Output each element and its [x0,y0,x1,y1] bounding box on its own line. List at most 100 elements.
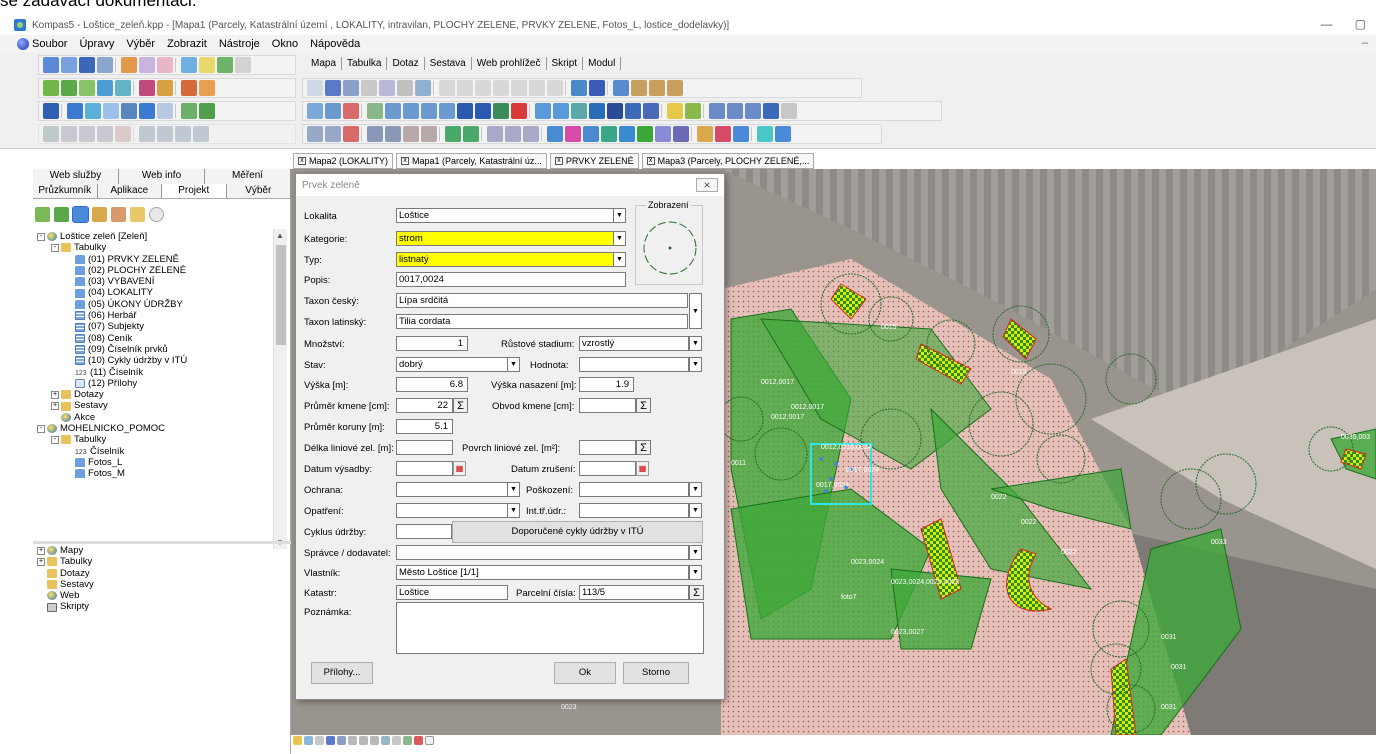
status-snap-icon[interactable] [403,736,412,745]
tab-web-info[interactable]: Web info [119,169,205,184]
tree-item[interactable]: (04) LOKALITY [35,287,285,298]
rectangle-icon[interactable] [439,80,455,96]
ochrana-dropdown-icon[interactable]: ▼ [507,482,520,497]
prumer-kmene-field[interactable]: 22 [396,398,453,413]
tab-vyber[interactable]: Výběr [227,184,291,198]
ochrana-select[interactable] [396,482,508,497]
module-icon[interactable] [199,103,215,119]
povrch-liniove-field[interactable] [579,440,636,455]
tool-x-icon[interactable] [757,126,773,142]
typ-dropdown-icon[interactable]: ▼ [613,252,626,267]
tree-item[interactable]: + Mapy [35,545,285,556]
status-pointer-icon[interactable] [315,736,324,745]
dialog-titlebar[interactable]: Prvek zeleně [296,174,724,196]
network-2-icon[interactable] [583,126,599,142]
tree-item[interactable]: (06) Herbář [35,310,285,321]
parcelni-cisla-field[interactable]: 113/5 [579,585,689,600]
cyklus-udrzby-field[interactable] [396,524,452,539]
vyska-field[interactable]: 6.8 [396,377,468,392]
prumer-kmene-sigma-button[interactable]: Σ [453,398,468,413]
network-icon[interactable] [565,126,581,142]
restore-button[interactable]: ▢ [1355,17,1366,31]
buf-7-icon[interactable] [505,126,521,142]
layer-icon[interactable] [121,57,137,73]
line-icon[interactable] [475,80,491,96]
table-edit-icon[interactable] [553,103,569,119]
table-icon[interactable] [103,103,119,119]
menu-upravy[interactable]: Úpravy [79,38,114,50]
scroll-thumb[interactable] [276,245,286,345]
legend-icon[interactable] [631,80,647,96]
info-icon[interactable] [415,80,431,96]
status-measure-icon[interactable] [381,736,390,745]
snap-icon[interactable] [343,103,359,119]
add-item-icon[interactable] [92,207,107,222]
status-marker-icon[interactable] [414,736,423,745]
tree-item[interactable]: Dotazy [35,568,285,579]
print-map-icon[interactable] [649,80,665,96]
paste-icon[interactable] [97,126,113,142]
prilohy-button[interactable]: Přílohy... [311,662,373,684]
vlastnik-dropdown-icon[interactable]: ▼ [689,565,702,580]
text-icon[interactable] [529,80,545,96]
tab-sestava[interactable]: Sestava [425,57,472,70]
star-2-icon[interactable] [715,126,731,142]
select-2-icon[interactable] [157,126,173,142]
tree-item[interactable]: (12) Přílohy [35,378,285,389]
print-icon[interactable] [181,57,197,73]
tree-item[interactable]: (10) Cykly údržby v ITÚ [35,355,285,366]
query-map-icon[interactable] [745,103,761,119]
properties-item-icon[interactable] [130,207,145,222]
tool-y-icon[interactable] [775,126,791,142]
label-e1-icon[interactable] [475,103,491,119]
status-pan-icon[interactable] [348,736,357,745]
menu-soubor[interactable]: Soubor [32,38,67,50]
feature-icon[interactable] [493,103,509,119]
open-icon[interactable] [61,57,77,73]
select-3-icon[interactable] [175,126,191,142]
buf-2-icon[interactable] [403,126,419,142]
map-settings-icon[interactable] [571,80,587,96]
tree-item[interactable]: (09) Číselník prvků [35,344,285,355]
refresh-icon[interactable] [149,207,164,222]
tree-item[interactable]: 123 Číselník [35,446,285,457]
doc-tab-prvky-zelene[interactable]: x PRVKY ZELENÉ [549,153,639,169]
tree-item[interactable]: Skripty [35,601,285,612]
datum-vysadby-calendar-icon[interactable]: ▦ [453,461,466,476]
buf-6-icon[interactable] [487,126,503,142]
vyska-nasazeni-field[interactable]: 1.9 [579,377,634,392]
expand-icon[interactable]: + [51,390,59,399]
poznamka-textarea[interactable] [396,602,704,654]
pointer-icon[interactable] [307,80,323,96]
tree-item[interactable]: Fotos_L [35,457,285,468]
hodnota-dropdown-icon[interactable]: ▼ [689,357,702,372]
graph-2-icon[interactable] [673,126,689,142]
prumer-koruny-field[interactable]: 5.1 [396,419,453,434]
kategorie-select[interactable]: strom [396,231,614,246]
close-icon[interactable]: x [298,157,306,165]
tab-mereni[interactable]: Měření [205,169,291,184]
spravce-select[interactable] [396,545,689,560]
inner-minimize-button[interactable]: – [1362,37,1368,49]
tree-item[interactable]: (01) PRVKY ZELENĚ [35,254,285,265]
tree-item[interactable]: (08) Ceník [35,333,285,344]
status-select-icon[interactable] [326,736,335,745]
status-save-icon[interactable] [370,736,379,745]
tree-item[interactable]: - Loštice zeleň [Zeleň] [35,231,285,242]
table-view-icon[interactable] [97,80,113,96]
tree-scrollbar[interactable]: ▲ ▼ [273,229,287,549]
project-icon[interactable] [43,103,59,119]
poskozeni-dropdown-icon[interactable]: ▼ [689,482,702,497]
attribute-icon[interactable] [535,103,551,119]
star-icon[interactable] [697,126,713,142]
buf-8-icon[interactable] [523,126,539,142]
tree-item[interactable]: - Tabulky [35,242,285,253]
window-titlebar[interactable]: Kompas5 - Loštice_zeleň.kpp - [Mapa1 (Pa… [0,15,1376,35]
topology-icon[interactable] [571,103,587,119]
panel-splitter[interactable] [33,541,291,544]
rotate-icon[interactable] [421,103,437,119]
edit-icon[interactable] [307,103,323,119]
node-icon[interactable] [325,103,341,119]
tab-pruzkumnik[interactable]: Průzkumník [33,184,98,198]
stav-dropdown-icon[interactable]: ▼ [507,357,520,372]
